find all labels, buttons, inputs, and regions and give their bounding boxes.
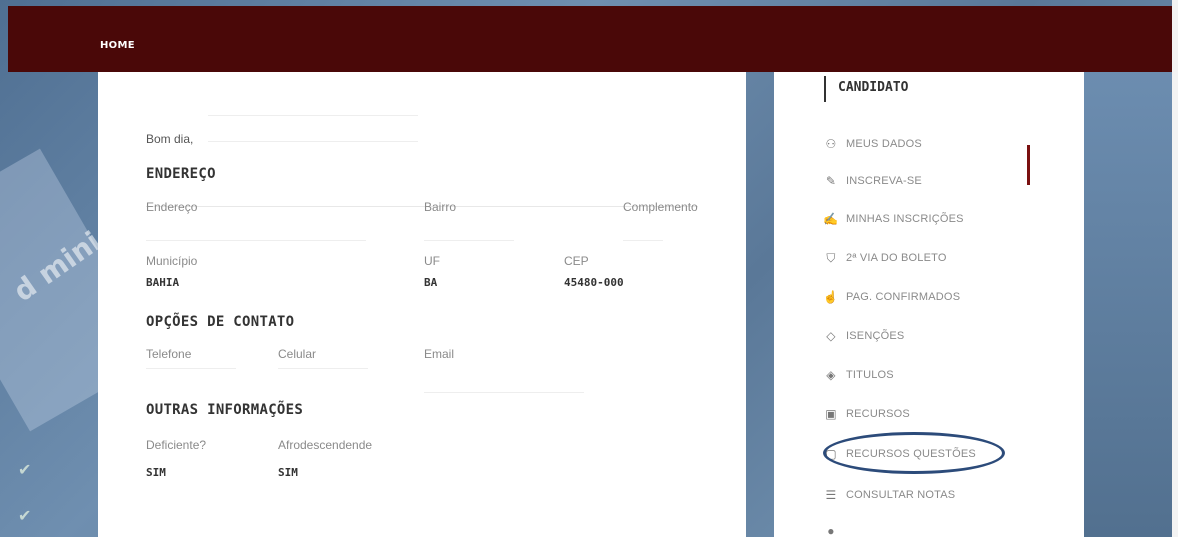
label-municipio: Município [146, 254, 198, 268]
clipboard-icon: ▣ [825, 407, 837, 421]
label-email: Email [424, 347, 455, 361]
section-title-outras: OUTRAS INFORMAÇÕES [146, 402, 304, 418]
sidebar-item-consultar-notas[interactable]: ☰ CONSULTAR NOTAS [822, 484, 1032, 506]
sidebar-item-pag-confirmados[interactable]: ☝ PAG. CONFIRMADOS [822, 286, 1032, 308]
sidebar-item-titulos[interactable]: ◈ TITULOS [822, 364, 1032, 386]
value-deficiente: SIM [146, 466, 166, 479]
user-icon: ⚇ [825, 137, 837, 151]
sidebar-item-partial[interactable]: ● [822, 524, 1032, 537]
sidebar-title: CANDIDATO [838, 80, 909, 95]
list-icon: ☰ [825, 488, 837, 502]
label-afrodescendente: Afrodescendende [278, 438, 373, 452]
sidebar-item-meus-dados[interactable]: ⚇ MEUS DADOS [822, 133, 1032, 155]
background-icons: ✔ ✔ [18, 460, 31, 537]
section-title-endereco: ENDEREÇO [146, 166, 216, 182]
divider [146, 206, 698, 207]
check-icon: ✔ [18, 462, 32, 479]
label-bairro: Bairro [424, 200, 457, 214]
sidebar-item-label: INSCREVA-SE [846, 175, 922, 187]
label-uf: UF [424, 254, 440, 268]
sidebar-item-recursos[interactable]: ▣ RECURSOS [822, 403, 1032, 425]
background-right-panel [1083, 70, 1178, 537]
blurred-line [208, 141, 418, 142]
blurred-line [424, 240, 514, 241]
highlight-circle [823, 432, 1005, 474]
sidebar-item-boleto[interactable]: ⛉ 2ª VIA DO BOLETO [822, 247, 1032, 269]
sidebar-item-label: CONSULTAR NOTAS [846, 489, 956, 501]
label-telefone: Telefone [146, 347, 192, 361]
sidebar-item-label: TITULOS [846, 369, 894, 381]
label-deficiente: Deficiente? [146, 438, 207, 452]
thumbs-up-icon: ☝ [823, 290, 839, 304]
blurred-line [146, 240, 366, 241]
sidebar-item-label: MEUS DADOS [846, 138, 922, 150]
location-icon: ● [827, 524, 835, 537]
section-title-contato: OPÇÕES DE CONTATO [146, 314, 295, 330]
value-municipio: BAHIA [146, 276, 180, 289]
value-uf: BA [424, 276, 438, 289]
home-link[interactable]: HOME [100, 40, 135, 51]
sidebar-item-label: ISENÇÕES [846, 330, 905, 342]
sidebar-item-label: RECURSOS [846, 408, 910, 420]
top-navbar: HOME [8, 6, 1174, 72]
sidebar-item-label: MINHAS INSCRIÇÕES [846, 213, 964, 225]
blurred-line [146, 368, 236, 369]
sidebar-item-inscreva-se[interactable]: ✎ INSCREVA-SE [822, 170, 1032, 192]
value-cep: 45480-000 [564, 276, 624, 289]
greeting-text: Bom dia, [146, 132, 194, 146]
sidebar-item-label: 2ª VIA DO BOLETO [846, 252, 947, 264]
label-celular: Celular [278, 347, 317, 361]
blurred-line [278, 368, 368, 369]
blurred-line [208, 115, 418, 116]
active-item-indicator [1027, 145, 1030, 185]
label-endereco: Endereço [146, 200, 198, 214]
value-afrodescendente: SIM [278, 466, 298, 479]
label-cep: CEP [564, 254, 589, 268]
title-bar [824, 76, 826, 102]
sidebar-item-isencoes[interactable]: ◇ ISENÇÕES [822, 325, 1032, 347]
check-icon: ✔ [18, 508, 32, 525]
graduation-cap-icon: ◈ [826, 368, 836, 382]
sidebar-item-minhas-inscricoes[interactable]: ✍ MINHAS INSCRIÇÕES [822, 208, 1032, 230]
sidebar-item-label: PAG. CONFIRMADOS [846, 291, 961, 303]
right-edge [1172, 0, 1178, 537]
main-content-card: Bom dia, ENDEREÇO Endereço Bairro Comple… [98, 72, 746, 537]
cart-icon: ⛉ [826, 250, 836, 265]
edit-icon: ✍ [823, 212, 839, 226]
blurred-line [424, 392, 584, 393]
blurred-line [623, 240, 663, 241]
tag-icon: ◇ [826, 329, 836, 343]
label-complemento: Complemento [623, 200, 698, 214]
pencil-icon: ✎ [825, 174, 837, 188]
